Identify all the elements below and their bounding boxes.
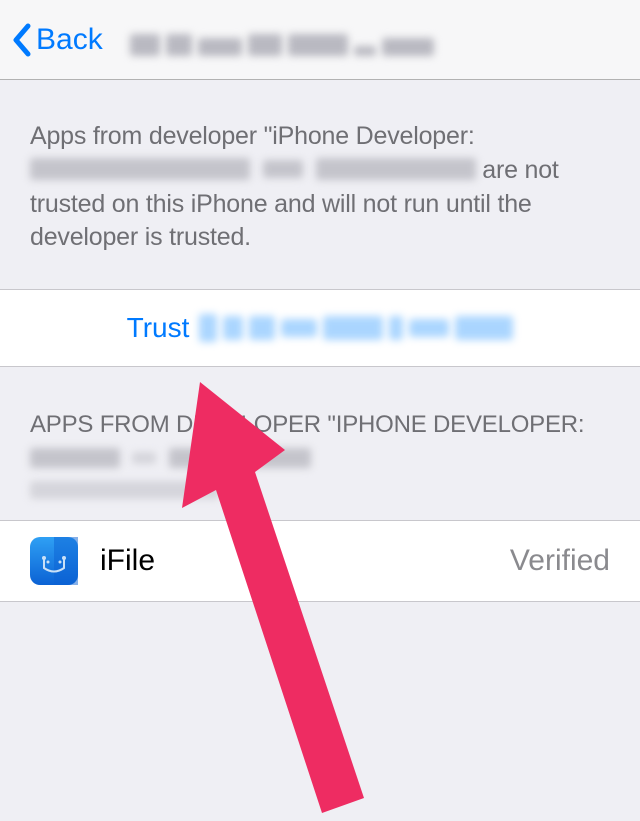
trust-email-blurred: [199, 314, 513, 342]
chevron-left-icon: [10, 22, 32, 58]
explain-suffix1: are not: [482, 156, 558, 184]
navbar: Back: [0, 0, 640, 80]
app-status: Verified: [510, 544, 610, 578]
explain-prefix: Apps from developer "iPhone Developer:: [30, 122, 475, 150]
trust-label: Trust: [127, 312, 190, 344]
app-row[interactable]: iFile Verified: [0, 520, 640, 602]
ifile-app-icon: [30, 537, 78, 585]
explanation-text: Apps from developer "iPhone Developer: a…: [0, 80, 640, 289]
trust-button[interactable]: Trust: [0, 289, 640, 367]
back-button[interactable]: Back: [10, 22, 103, 58]
app-name: iFile: [100, 544, 510, 578]
back-label: Back: [36, 23, 103, 57]
section-header-prefix: APPS FROM DEVELOPER "IPHONE DEVELOPER:: [30, 411, 584, 438]
explain-suffix2: trusted on this iPhone and will not run …: [30, 190, 532, 252]
nav-title-blurred: [130, 28, 465, 56]
apps-section-header: APPS FROM DEVELOPER "IPHONE DEVELOPER:: [0, 367, 640, 520]
